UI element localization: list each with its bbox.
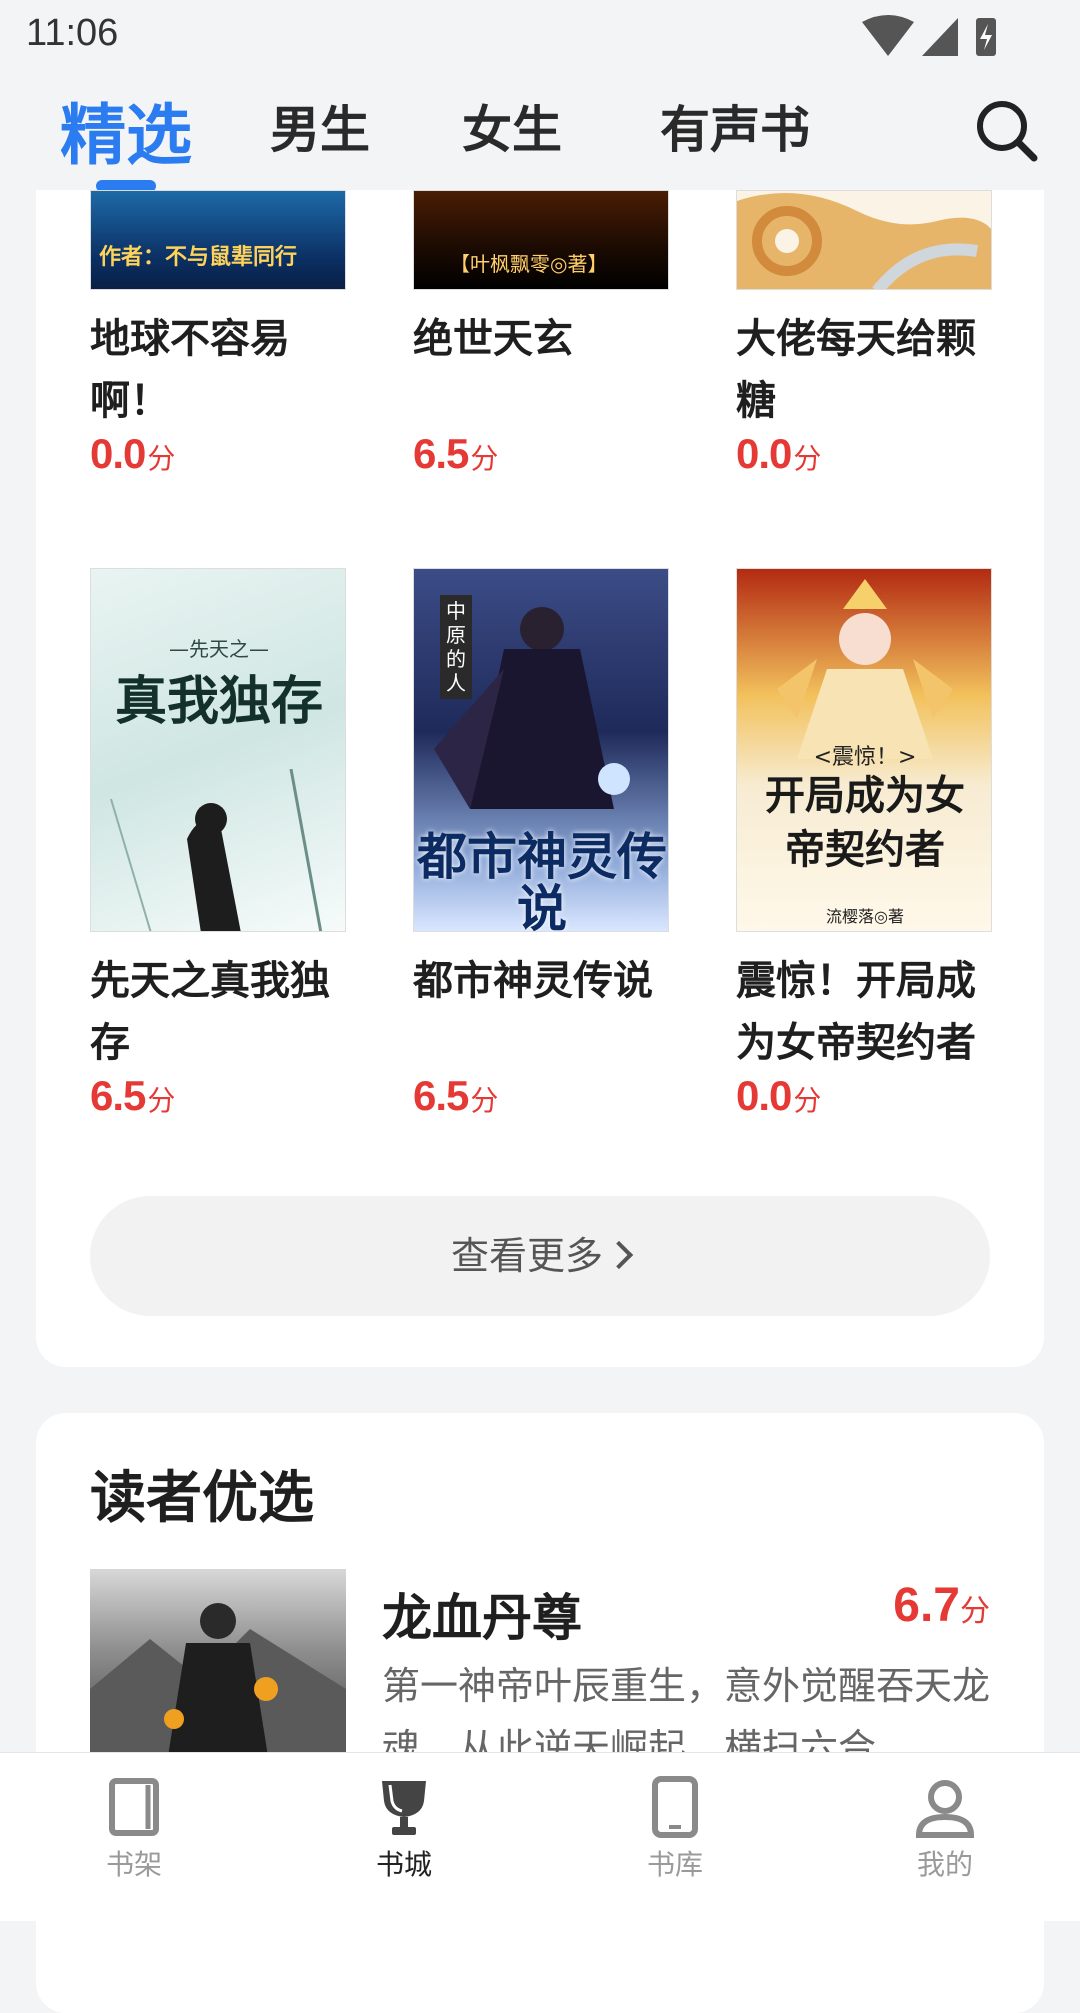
tab-featured[interactable]: 精选: [60, 82, 192, 178]
cover-art: [777, 579, 953, 759]
cover-author: 流樱落◎著: [826, 907, 904, 926]
tab-audiobook[interactable]: 有声书: [660, 90, 810, 162]
section-title: 读者优选: [90, 1465, 314, 1531]
featured-cover[interactable]: [90, 1569, 346, 1769]
book-cover[interactable]: 作者：不与鼠辈同行: [90, 190, 346, 290]
cover-author: 【叶枫飘零◎著】: [450, 252, 608, 276]
cover-title: 开局成为女帝契约者: [765, 772, 965, 873]
cover-subtitle: —先天之—: [169, 637, 269, 661]
book-title: 都市神灵传说: [413, 958, 653, 1004]
book-title: 大佬每天给颗糖: [736, 316, 976, 424]
cover-title: 真我独存: [114, 671, 323, 732]
bottom-nav: 书架 书城 书库 我的: [0, 1752, 1080, 1921]
cover-subtitle: <震惊！>: [813, 745, 917, 770]
book-title: 震惊！开局成为女帝契约者: [736, 958, 976, 1066]
book-cover[interactable]: 【叶枫飘零◎著】: [413, 190, 669, 290]
book-score: 6.5分: [413, 1072, 499, 1119]
search-icon[interactable]: [972, 96, 1042, 166]
trophy-icon: [382, 1781, 426, 1835]
cover-art: [90, 1603, 346, 1769]
nav-profile[interactable]: 我的: [875, 1775, 1015, 1883]
book-score: 0.0分: [736, 1072, 822, 1119]
book-title: 先天之真我独存: [90, 958, 330, 1066]
view-more-button[interactable]: 查看更多: [90, 1196, 990, 1316]
chevron-right-icon: [604, 1240, 634, 1269]
featured-title[interactable]: 龙血丹尊: [382, 1578, 582, 1650]
status-icons: [862, 15, 996, 56]
nav-bookshelf[interactable]: 书架: [64, 1775, 204, 1883]
cover-art: [110, 769, 323, 931]
book-title: 绝世天玄: [413, 316, 573, 362]
nav-library[interactable]: 书库: [605, 1775, 745, 1883]
cover-art: [434, 607, 630, 809]
status-time: 11:06: [26, 12, 119, 54]
book-cover[interactable]: [736, 190, 992, 290]
tab-female[interactable]: 女生: [462, 90, 562, 162]
signal-icon: [922, 18, 958, 56]
book-score: 0.0分: [90, 430, 176, 477]
featured-score: 6.7分: [893, 1579, 990, 1632]
tab-male[interactable]: 男生: [270, 90, 370, 162]
wifi-icon: [862, 15, 914, 56]
book-cover[interactable]: 中原的人 都市神灵传说: [413, 568, 669, 932]
nav-bookstore[interactable]: 书城: [334, 1775, 474, 1883]
reader-picks-card: 读者优选 龙血丹尊 6.7分 第一神帝叶辰重生，意外觉醒吞天龙魂，从此逆天崛起，…: [36, 1413, 1044, 2013]
book-cover[interactable]: <震惊！> 开局成为女帝契约者 流樱落◎著: [736, 568, 992, 932]
book-score: 6.5分: [90, 1072, 176, 1119]
tablet-icon: [652, 1776, 698, 1838]
cover-author: 作者：不与鼠辈同行: [99, 245, 298, 270]
cover-art: [737, 193, 991, 289]
book-score: 0.0分: [736, 430, 822, 477]
cover-title: 都市神灵传说: [417, 827, 667, 932]
status-bar: 11:06: [0, 0, 1080, 70]
book-cover[interactable]: —先天之— 真我独存: [90, 568, 346, 932]
user-icon: [915, 1780, 975, 1838]
book-score: 6.5分: [413, 430, 499, 477]
book-grid-card: 作者：不与鼠辈同行 地球不容易啊！ 0.0分 【叶枫飘零◎著】 绝世天玄 6.5…: [36, 190, 1044, 1367]
book-icon: [109, 1778, 159, 1836]
book-title: 地球不容易啊！: [90, 316, 290, 424]
